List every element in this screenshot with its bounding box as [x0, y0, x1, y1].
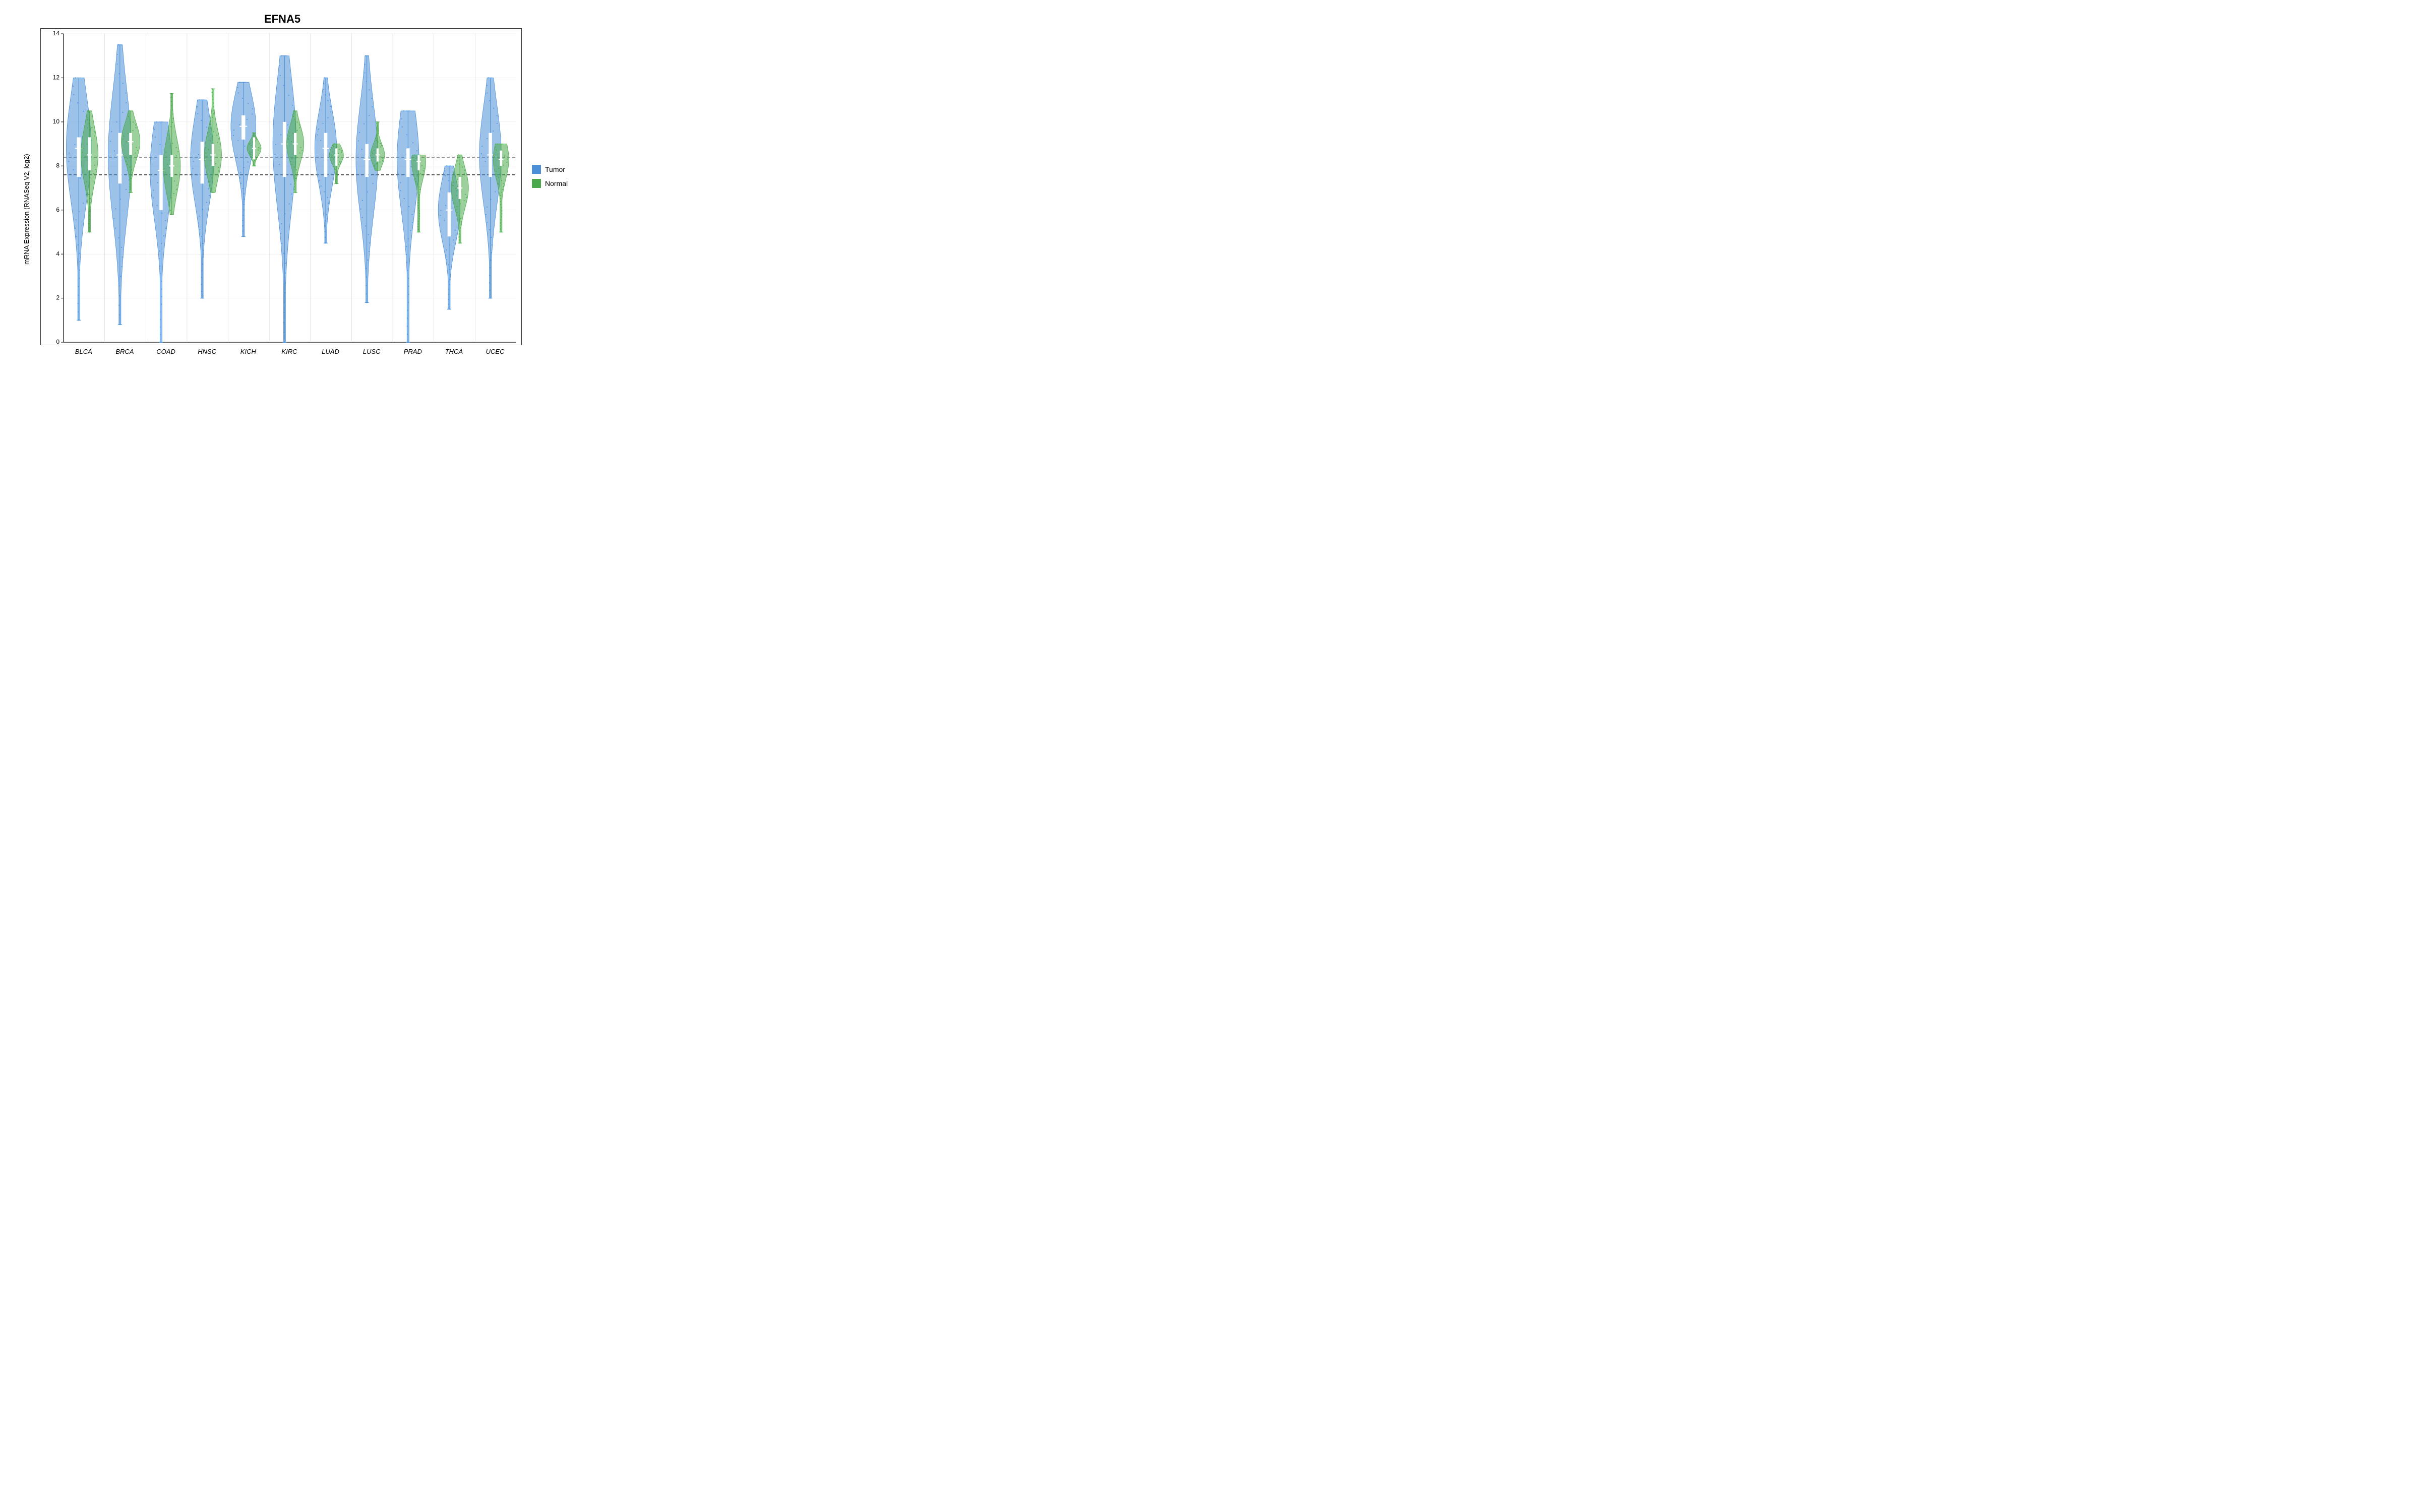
plot-svg: 0 2 4 6 8 10 12 14	[41, 29, 521, 345]
plot-and-xaxis: 0 2 4 6 8 10 12 14 BLCABRCACOADHNSCKICHKIRCLUAD…	[40, 28, 522, 370]
x-axis-labels: BLCABRCACOADHNSCKICHKIRCLUADLUSCPRADTHCA…	[40, 345, 522, 370]
svg-text:8: 8	[56, 162, 59, 169]
svg-text:12: 12	[53, 74, 60, 81]
x-label-coad: COAD	[145, 348, 187, 355]
x-label-blca: BLCA	[63, 348, 104, 355]
x-label-prad: PRAD	[392, 348, 434, 355]
svg-text:14: 14	[53, 30, 60, 37]
x-label-ucec: UCEC	[474, 348, 516, 355]
y-axis-label: mRNA Expression (RNASeq V2, log2)	[13, 28, 40, 370]
normal-label: Normal	[545, 179, 568, 187]
x-label-lusc: LUSC	[351, 348, 392, 355]
plot-frame: 0 2 4 6 8 10 12 14	[40, 28, 522, 345]
legend-normal: Normal	[532, 179, 568, 188]
x-label-brca: BRCA	[104, 348, 146, 355]
tumor-label: Tumor	[545, 165, 565, 173]
x-label-hnsc: HNSC	[187, 348, 228, 355]
chart-container: EFNA5 mRNA Expression (RNASeq V2, log2) …	[13, 8, 592, 370]
chart-title: EFNA5	[13, 8, 522, 28]
svg-text:6: 6	[56, 206, 59, 213]
legend-area: Tumor Normal	[522, 8, 592, 370]
svg-text:4: 4	[56, 250, 59, 257]
svg-text:2: 2	[56, 294, 59, 301]
chart-inner: mRNA Expression (RNASeq V2, log2) 0 2 4 6 8 1…	[13, 28, 522, 370]
chart-area: EFNA5 mRNA Expression (RNASeq V2, log2) …	[13, 8, 522, 370]
x-label-luad: LUAD	[310, 348, 351, 355]
svg-text:0: 0	[56, 338, 59, 345]
x-label-kich: KICH	[228, 348, 269, 355]
svg-text:10: 10	[53, 118, 60, 125]
legend-tumor: Tumor	[532, 165, 565, 174]
x-label-thca: THCA	[434, 348, 475, 355]
normal-color-box	[532, 179, 541, 188]
tumor-color-box	[532, 165, 541, 174]
x-label-kirc: KIRC	[269, 348, 310, 355]
